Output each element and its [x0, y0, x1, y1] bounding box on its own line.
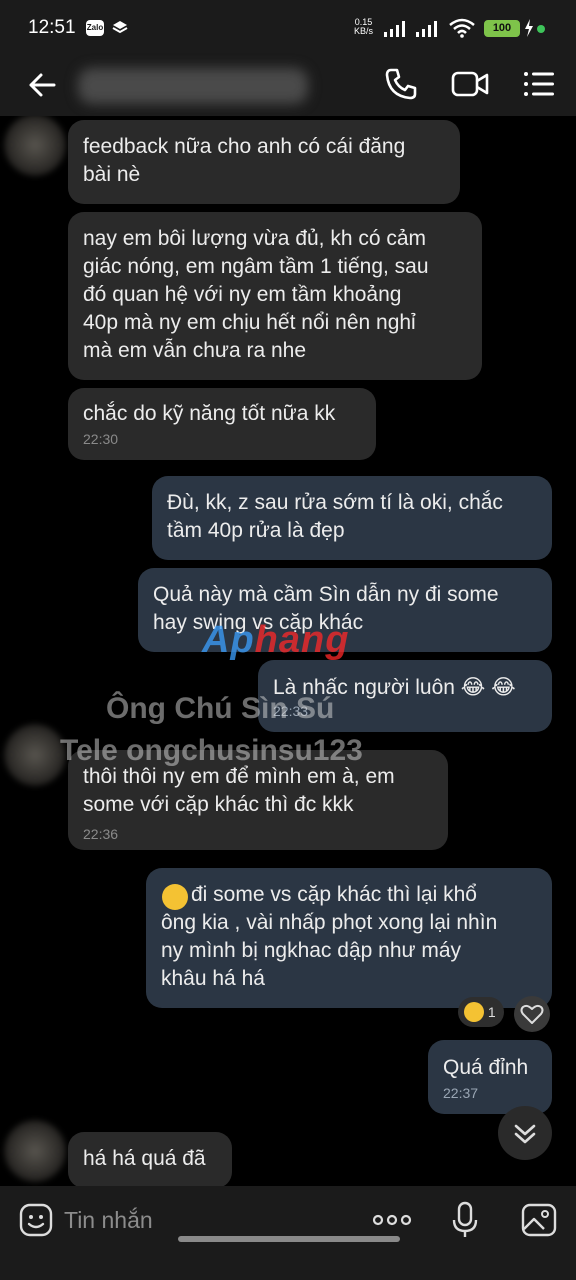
- message-bubble-incoming[interactable]: há há quá đã: [68, 1132, 232, 1186]
- status-bar: 12:51 Zalo 0.15 KB/s 100: [0, 0, 576, 56]
- message-text: thôi thôi ny em để mình em à, em some vớ…: [83, 765, 395, 816]
- contact-avatar[interactable]: [4, 116, 66, 176]
- video-call-icon[interactable]: [450, 65, 490, 103]
- double-chevron-down-icon: [514, 1124, 536, 1144]
- reaction-badge[interactable]: 1: [458, 997, 504, 1027]
- battery-indicator: 100: [484, 20, 520, 37]
- home-indicator[interactable]: [178, 1236, 400, 1242]
- message-text: há há quá đã: [83, 1147, 206, 1170]
- message-text: đi some vs cặp khác thì lại khổ ông kia …: [161, 883, 498, 990]
- signal-strength-icon-2: [416, 21, 437, 37]
- message-timestamp: 22:30: [83, 431, 119, 447]
- emoji-icon: [162, 884, 188, 910]
- image-icon[interactable]: [520, 1202, 558, 1238]
- message-bubble-outgoing[interactable]: Là nhấc người luôn 😂 😂 22:33: [258, 660, 552, 732]
- contact-avatar[interactable]: [4, 1120, 66, 1182]
- message-text: Là nhấc người luôn 😂 😂: [273, 676, 516, 699]
- zalo-notification-icon: Zalo: [86, 20, 104, 36]
- message-timestamp: 22:36: [83, 826, 119, 842]
- network-speed-unit: KB/s: [354, 26, 374, 36]
- message-timestamp: 22:33: [273, 703, 309, 719]
- message-text: chắc do kỹ năng tốt nữa kk: [83, 402, 336, 425]
- scroll-to-bottom-button[interactable]: [498, 1106, 552, 1160]
- reaction-count: 1: [487, 1004, 496, 1020]
- message-text: feedback nữa cho anh có cái đăng bài nè: [83, 135, 406, 186]
- back-arrow-icon[interactable]: [24, 67, 60, 103]
- wifi-icon: [449, 18, 475, 38]
- message-bubble-outgoing[interactable]: đi some vs cặp khác thì lại khổ ông kia …: [146, 868, 552, 1008]
- phone-call-icon[interactable]: [382, 65, 420, 103]
- message-bubble-outgoing[interactable]: Quả này mà cầm Sìn dẫn ny đi some hay sw…: [138, 568, 552, 652]
- contact-avatar[interactable]: [4, 724, 66, 786]
- status-time: 12:51: [28, 17, 76, 38]
- message-text: Đù, kk, z sau rửa sớm tí là oki, chắc tầ…: [167, 491, 503, 542]
- contact-name[interactable]: [78, 68, 308, 104]
- message-bubble-outgoing[interactable]: Đù, kk, z sau rửa sớm tí là oki, chắc tầ…: [152, 476, 552, 560]
- message-bubble-incoming[interactable]: chắc do kỹ năng tốt nữa kk 22:30: [68, 388, 376, 460]
- menu-icon[interactable]: [520, 65, 558, 103]
- message-text: Quả này mà cầm Sìn dẫn ny đi some hay sw…: [153, 583, 499, 634]
- laugh-emoji-icon: [464, 1002, 484, 1022]
- message-timestamp: 22:37: [443, 1085, 479, 1101]
- sticker-icon[interactable]: [18, 1202, 54, 1238]
- message-text: nay em bôi lượng vừa đủ, kh có cảm giác …: [83, 227, 429, 362]
- more-options-icon[interactable]: [370, 1208, 414, 1232]
- message-bubble-outgoing[interactable]: Quá đỉnh 22:37: [428, 1040, 552, 1114]
- chat-header: [0, 56, 576, 116]
- microphone-icon[interactable]: [448, 1200, 482, 1240]
- message-list[interactable]: feedback nữa cho anh có cái đăng bài nè …: [0, 116, 576, 1186]
- signal-strength-icon: [384, 21, 405, 37]
- message-text: Quá đỉnh: [443, 1056, 529, 1079]
- status-dot: [537, 25, 545, 33]
- layers-icon: [112, 21, 128, 34]
- message-bubble-incoming[interactable]: thôi thôi ny em để mình em à, em some vớ…: [68, 750, 448, 850]
- message-bubble-incoming[interactable]: nay em bôi lượng vừa đủ, kh có cảm giác …: [68, 212, 482, 380]
- charging-icon: [525, 19, 533, 37]
- message-composer: [0, 1186, 576, 1280]
- network-speed: 0.15 KB/s: [354, 18, 373, 36]
- heart-icon: [520, 1004, 544, 1024]
- react-heart-button[interactable]: [514, 996, 550, 1032]
- message-bubble-incoming[interactable]: feedback nữa cho anh có cái đăng bài nè: [68, 120, 460, 204]
